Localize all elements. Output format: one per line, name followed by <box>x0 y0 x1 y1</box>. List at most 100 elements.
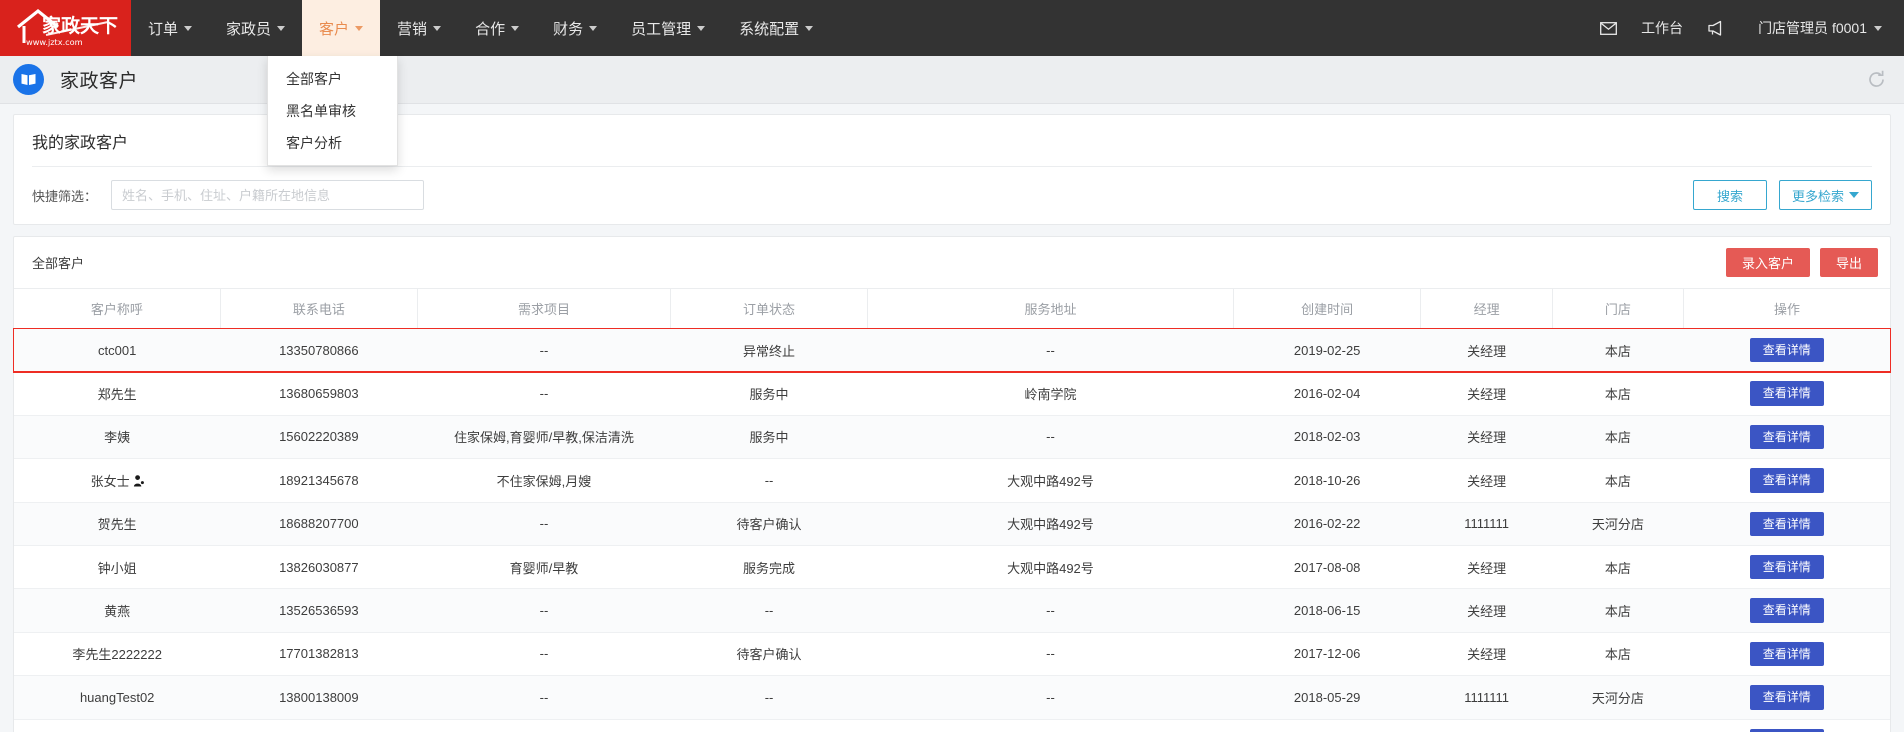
cell-phone: 13800138009 <box>220 675 418 720</box>
nav-item-housekeepers[interactable]: 家政员 <box>209 0 302 56</box>
view-detail-button[interactable]: 查看详情 <box>1749 598 1824 623</box>
cell-service-address: -- <box>867 675 1234 720</box>
chevron-down-icon <box>1849 192 1859 198</box>
cell-created-time: 2018-02-03 <box>1233 415 1421 460</box>
nav-item-orders[interactable]: 订单 <box>131 0 209 56</box>
cell-manager: 1111111 <box>1420 675 1553 720</box>
nav-item-cooperation[interactable]: 合作 <box>458 0 536 56</box>
cell-order-status: 服务未开始 <box>670 719 868 732</box>
cell-service-address: -- <box>867 588 1234 633</box>
cell-store: 本店 <box>1552 545 1684 590</box>
book-icon <box>13 64 44 95</box>
table-row[interactable]: huangTest02 13800138009 -- -- -- 2018-05-29 11… <box>14 675 1890 720</box>
view-detail-button[interactable]: 查看详情 <box>1749 511 1824 536</box>
cell-service-address: 大观中路492号 <box>867 502 1234 546</box>
nav-item-finance[interactable]: 财务 <box>536 0 614 56</box>
cell-manager: 关经理 <box>1420 632 1553 677</box>
cell-phone: 13526536593 <box>220 588 418 633</box>
view-detail-button[interactable]: 查看详情 <box>1749 424 1824 450</box>
cell-created-time: 2018-10-26 <box>1233 458 1421 503</box>
nav-item-customers[interactable]: 客户 <box>302 0 381 56</box>
workbench-link[interactable]: 工作台 <box>1635 18 1689 38</box>
customer-table: 客户称呼 联系电话 需求项目 订单状态 服务地址 创建时间 经理 门店 操作 c… <box>13 288 1891 732</box>
nav-item-staff-management[interactable]: 员工管理 <box>614 0 722 56</box>
table-row[interactable]: 钟小姐 13826030877 育婴师/早教 服务完成 大观中路492号 2017-08-… <box>14 545 1890 590</box>
chevron-down-icon <box>511 25 520 31</box>
view-detail-button[interactable]: 查看详情 <box>1749 338 1824 363</box>
cell-customer-name: huangTest02 <box>14 675 221 720</box>
cell-created-time: 2018-01-14 <box>1233 719 1421 732</box>
cell-demand: -- <box>417 675 671 720</box>
cell-operation: 查看详情 <box>1683 371 1890 416</box>
dropdown-item-all-customers[interactable]: 全部客户 <box>268 63 397 95</box>
cell-operation: 查看详情 <box>1683 502 1890 546</box>
table-row[interactable]: 李先生2222222 17701382813 -- 待客户确认 -- 2017-12-06… <box>14 632 1890 677</box>
nav-item-marketing[interactable]: 营销 <box>380 0 458 56</box>
cell-order-status: 异常终止 <box>670 328 868 373</box>
cell-manager: 关经理 <box>1420 371 1553 416</box>
view-detail-button[interactable]: 查看详情 <box>1749 641 1824 667</box>
chevron-down-icon <box>355 25 364 31</box>
cell-service-address: -- <box>867 415 1234 460</box>
brand-logo[interactable]: 家政天下 www.jztx.com <box>0 0 131 56</box>
table-row[interactable]: huang15626033713住家保姆,不住家保姆服务未开始--2018-01… <box>14 719 1890 732</box>
cell-customer-name: 李先生2222222 <box>14 632 221 677</box>
view-detail-button[interactable]: 查看详情 <box>1749 554 1824 580</box>
cell-order-status: -- <box>670 588 868 633</box>
col-operation: 操作 <box>1683 288 1890 329</box>
envelope-icon[interactable] <box>1582 21 1635 35</box>
table-row[interactable]: 李姨 15602220389 住家保姆,育婴师/早教,保洁清洗 服务中 -- 2018-0… <box>14 415 1890 460</box>
table-row[interactable]: 黄燕 13526536593 -- -- -- 2018-06-15 关经理 本店 查看详情 <box>14 588 1890 633</box>
chevron-down-icon <box>589 25 598 31</box>
table-row[interactable]: 贺先生 18688207700 -- 待客户确认 大观中路492号 2016-02-22 1… <box>14 502 1890 546</box>
table-toolbar: 全部客户 录入客户 导出 <box>14 237 1890 288</box>
cell-phone: 18688207700 <box>220 502 418 546</box>
cell-phone: 17701382813 <box>220 632 418 677</box>
cell-store: 天河分店 <box>1552 719 1684 732</box>
view-detail-button[interactable]: 查看详情 <box>1749 685 1824 710</box>
cell-store: 本店 <box>1552 415 1684 460</box>
nav-item-label: 财务 <box>553 20 584 38</box>
table-row[interactable]: 郑先生 13680659803 -- 服务中 岭南学院 2016-02-04 关经理 本店 查看… <box>14 371 1890 416</box>
customer-table-panel: 全部客户 录入客户 导出 客户称呼 联系电话 需求项目 订单状态 服务地址 创建… <box>13 236 1891 732</box>
col-store: 门店 <box>1552 288 1685 329</box>
cell-service-address: 大观中路492号 <box>867 545 1234 590</box>
chevron-down-icon <box>697 25 706 31</box>
view-detail-button[interactable]: 查看详情 <box>1749 728 1824 732</box>
more-search-button-label: 更多检索 <box>1791 188 1844 204</box>
col-customer-name: 客户称呼 <box>14 288 221 329</box>
cell-phone: 13680659803 <box>220 371 418 416</box>
cell-store: 本店 <box>1552 588 1684 633</box>
nav-item-label: 订单 <box>148 20 179 38</box>
cell-created-time: 2019-02-25 <box>1233 328 1421 373</box>
more-search-button[interactable]: 更多检索 <box>1778 180 1872 210</box>
search-button[interactable]: 搜索 <box>1692 180 1767 210</box>
table-row[interactable]: 张女士 18921345678 不住家保姆,月嫂 -- 大观中路492号 2018-10-… <box>14 458 1890 503</box>
cell-created-time: 2017-08-08 <box>1233 545 1421 590</box>
cell-service-address: 岭南学院 <box>867 371 1234 416</box>
dropdown-item-customer-analysis[interactable]: 客户分析 <box>268 127 397 159</box>
quick-filter-input[interactable] <box>111 180 425 210</box>
filter-row: 快捷筛选： 搜索 更多检索 <box>14 167 1890 224</box>
cell-manager: 关经理 <box>1420 328 1553 373</box>
col-manager: 经理 <box>1420 288 1553 329</box>
cell-store: 本店 <box>1552 371 1684 416</box>
col-demand: 需求项目 <box>417 288 672 329</box>
cell-operation: 查看详情 <box>1683 328 1890 373</box>
export-button[interactable]: 导出 <box>1819 248 1878 277</box>
user-menu[interactable]: 门店管理员 f0001 <box>1744 18 1890 38</box>
table-header: 客户称呼 联系电话 需求项目 订单状态 服务地址 创建时间 经理 门店 操作 <box>14 288 1890 329</box>
table-row[interactable]: ctc001 13350780866 -- 异常终止 -- 2019-02-25 关经理 本店… <box>13 327 1891 373</box>
view-detail-button[interactable]: 查看详情 <box>1749 381 1824 406</box>
dropdown-item-blacklist-review[interactable]: 黑名单审核 <box>268 95 397 127</box>
cell-operation: 查看详情 <box>1683 415 1890 460</box>
import-customer-button[interactable]: 录入客户 <box>1725 248 1810 277</box>
cell-customer-name: ctc001 <box>14 328 221 373</box>
cell-order-status: -- <box>670 458 868 503</box>
view-detail-button[interactable]: 查看详情 <box>1749 468 1824 493</box>
megaphone-icon[interactable] <box>1689 20 1744 36</box>
nav-item-system-config[interactable]: 系统配置 <box>722 0 830 56</box>
nav-item-label: 合作 <box>475 20 506 38</box>
refresh-icon[interactable] <box>1867 70 1886 89</box>
cell-order-status: 待客户确认 <box>670 502 868 546</box>
